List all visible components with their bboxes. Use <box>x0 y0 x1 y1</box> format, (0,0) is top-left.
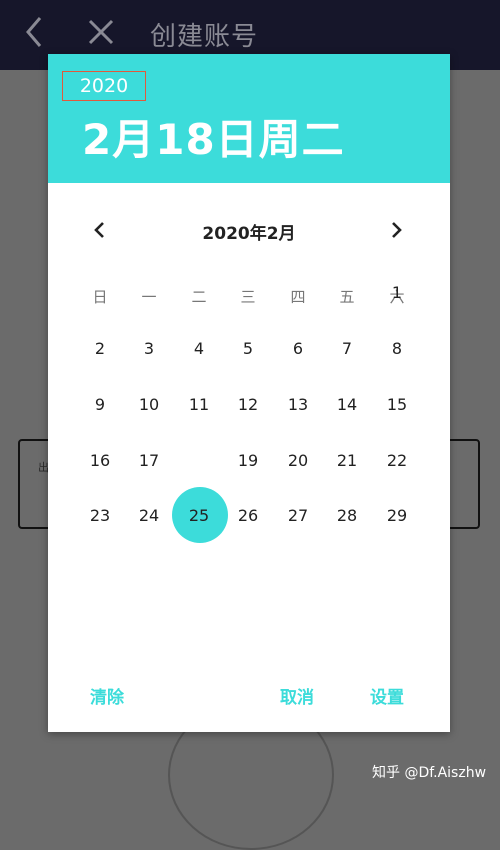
dialog-header: 2020 2月18日周二 <box>48 54 450 183</box>
weekday-label: 四 <box>290 288 306 306</box>
watermark: 知乎 @Df.Aiszhw <box>372 765 487 781</box>
day-cell[interactable]: 6 <box>278 337 318 361</box>
selected-date-label: 2月18日周二 <box>82 115 345 164</box>
weekday-label: 日 <box>92 288 108 306</box>
day-cell[interactable]: 28 <box>327 504 367 528</box>
day-cell[interactable]: 1 <box>377 281 417 305</box>
day-cell[interactable]: 15 <box>377 393 417 417</box>
day-cell[interactable]: 26 <box>228 504 268 528</box>
day-cell[interactable]: 8 <box>377 337 417 361</box>
weekday-label: 五 <box>339 288 355 306</box>
day-cell[interactable]: 25 <box>179 504 219 528</box>
day-cell[interactable]: 14 <box>327 393 367 417</box>
day-cell[interactable]: 13 <box>278 393 318 417</box>
day-cell[interactable]: 27 <box>278 504 318 528</box>
chevron-right-icon[interactable] <box>386 220 406 240</box>
day-cell[interactable]: 24 <box>129 504 169 528</box>
set-button[interactable]: 设置 <box>370 683 404 708</box>
day-cell[interactable]: 22 <box>377 449 417 473</box>
year-selector[interactable]: 2020 <box>62 71 146 101</box>
day-cell[interactable]: 21 <box>327 449 367 473</box>
date-picker-dialog: 2020 2月18日周二 2020年2月 日一二三四五六 1 2 3 4 5 6 7 8 9 10… <box>48 54 450 732</box>
day-cell[interactable]: 19 <box>228 449 268 473</box>
day-cell[interactable]: 11 <box>179 393 219 417</box>
day-cell[interactable]: 7 <box>327 337 367 361</box>
close-icon[interactable] <box>86 16 116 48</box>
day-cell[interactable]: 3 <box>129 337 169 361</box>
day-cell[interactable]: 29 <box>377 504 417 528</box>
day-cell[interactable]: 12 <box>228 393 268 417</box>
day-cell[interactable]: 10 <box>129 393 169 417</box>
page-title: 创建账号 <box>150 22 259 52</box>
day-cell[interactable]: 4 <box>179 337 219 361</box>
weekday-label: 二 <box>191 288 207 306</box>
day-cell[interactable]: 23 <box>80 504 120 528</box>
clear-button[interactable]: 清除 <box>90 683 124 708</box>
day-cell[interactable]: 17 <box>129 449 169 473</box>
day-cell[interactable]: 20 <box>278 449 318 473</box>
day-cell[interactable]: 9 <box>80 393 120 417</box>
day-cell-selected[interactable]: 18 <box>179 449 219 473</box>
chevron-left-icon[interactable] <box>22 14 46 50</box>
weekday-label: 一 <box>141 288 157 306</box>
day-cell[interactable]: 16 <box>80 449 120 473</box>
day-cell[interactable]: 2 <box>80 337 120 361</box>
cancel-button[interactable]: 取消 <box>280 683 314 708</box>
day-cell[interactable]: 5 <box>228 337 268 361</box>
weekday-label: 三 <box>240 288 256 306</box>
